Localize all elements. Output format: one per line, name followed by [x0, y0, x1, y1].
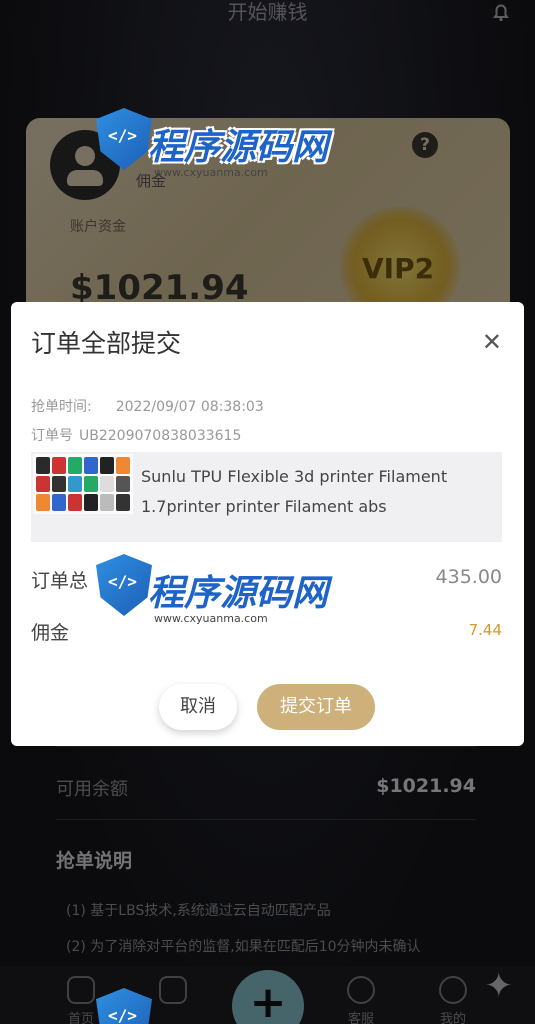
grab-time-value: 2022/09/07 08:38:03 — [115, 399, 264, 415]
submit-order-button[interactable]: 提交订单 — [257, 684, 375, 730]
product-thumbnail — [33, 454, 133, 514]
grab-time-row: 抢单时间: 2022/09/07 08:38:03 — [31, 396, 264, 416]
commission-value: 7.44 — [468, 621, 502, 639]
order-submit-dialog: 订单全部提交 ✕ 抢单时间: 2022/09/07 08:38:03 订单号 UB2… — [11, 302, 524, 746]
order-number-row: 订单号 UB2209070838033615 — [31, 425, 241, 445]
cancel-button[interactable]: 取消 — [159, 684, 237, 730]
order-number-label: 订单号 — [31, 428, 73, 444]
order-total-label: 订单总 — [31, 570, 89, 592]
product-name: Sunlu TPU Flexible 3d printer Filament 1… — [141, 467, 448, 516]
commission-row: 佣金 7.44 — [31, 618, 502, 645]
dialog-title: 订单全部提交 — [31, 329, 182, 358]
close-icon[interactable]: ✕ — [482, 328, 502, 356]
order-number-value: UB2209070838033615 — [79, 428, 242, 444]
grab-time-label: 抢单时间: — [31, 399, 92, 415]
commission-label: 佣金 — [31, 622, 70, 644]
order-total-row: 订单总 435.00 — [31, 566, 502, 593]
product-row: Sunlu TPU Flexible 3d printer Filament 1… — [31, 452, 502, 542]
order-total-value: 435.00 — [435, 566, 502, 588]
